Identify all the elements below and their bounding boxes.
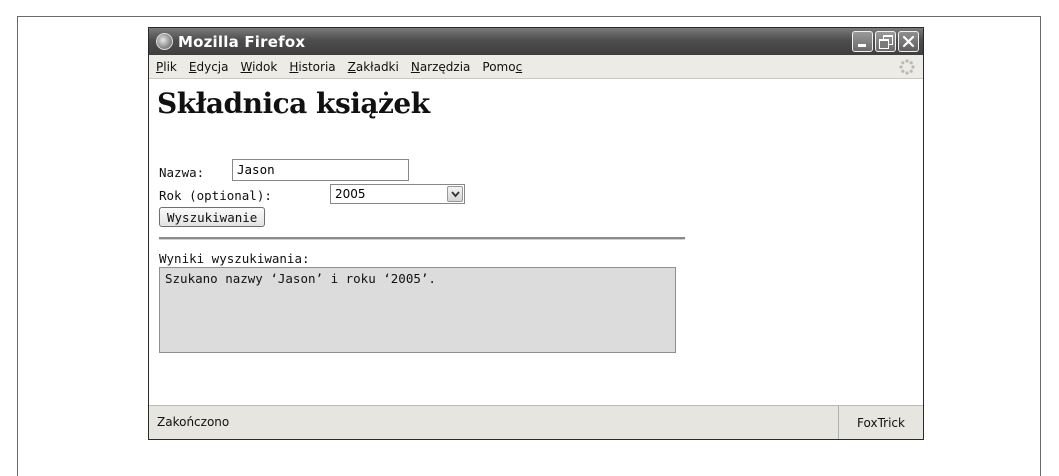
status-bar: Zakończono FoxTrick [149, 405, 923, 439]
firefox-icon [156, 33, 173, 50]
menu-edycja[interactable]: Edycja [189, 60, 229, 74]
page-content: Składnica książek Nazwa: Jason Rok (opti… [149, 79, 923, 406]
page-title: Składnica książek [157, 87, 430, 120]
maximize-button[interactable] [875, 31, 896, 52]
status-text: Zakończono [157, 415, 230, 429]
close-icon [902, 35, 915, 48]
menu-historia[interactable]: Historia [289, 60, 335, 74]
menu-zakladki[interactable]: Zakładki [348, 60, 399, 74]
name-label: Nazwa: [159, 165, 205, 180]
menu-narzedzia[interactable]: Narzędzia [411, 60, 471, 74]
results-label: Wyniki wyszukiwania: [159, 251, 310, 266]
window-controls [852, 31, 919, 52]
title-bar: Mozilla Firefox [149, 28, 923, 55]
browser-window: Mozilla Firefox Plik Edycja Widok Histor… [148, 27, 924, 440]
divider [159, 237, 685, 240]
year-select-dropdown-button[interactable] [447, 186, 463, 202]
minimize-button[interactable] [852, 31, 873, 52]
throbber-icon [899, 59, 915, 75]
foxtrick-label: FoxTrick [857, 415, 905, 430]
close-button[interactable] [898, 31, 919, 52]
year-label: Rok (optional): [159, 188, 272, 203]
name-input[interactable]: Jason [232, 159, 409, 181]
year-select[interactable]: 2005 [330, 184, 465, 204]
menu-plik[interactable]: Plik [156, 60, 177, 74]
menu-pomoc[interactable]: Pomoc [482, 60, 522, 74]
menu-bar: Plik Edycja Widok Historia Zakładki Narz… [149, 55, 923, 79]
search-button[interactable]: Wyszukiwanie [159, 207, 266, 227]
year-select-value: 2005 [335, 187, 366, 201]
results-textarea[interactable]: Szukano nazwy ‘Jason’ i roku ‘2005’. [159, 267, 676, 353]
window-title: Mozilla Firefox [178, 32, 306, 51]
menu-widok[interactable]: Widok [240, 60, 277, 74]
foxtrick-panel[interactable]: FoxTrick [838, 406, 923, 439]
chevron-down-icon [451, 191, 460, 198]
